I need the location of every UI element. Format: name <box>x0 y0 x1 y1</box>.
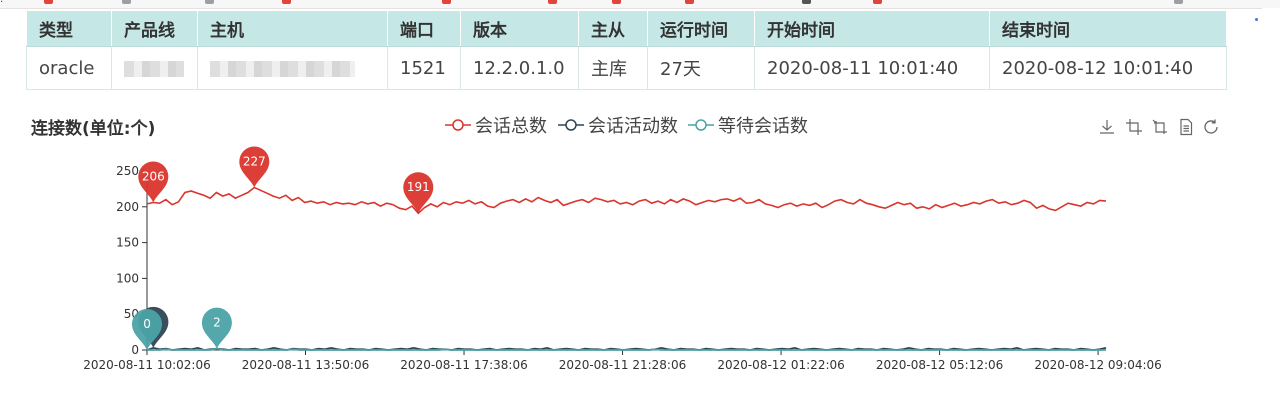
pin-label: 227 <box>243 155 266 169</box>
zoom-reset-icon[interactable] <box>1151 118 1169 136</box>
bookmark-item[interactable] <box>205 0 217 6</box>
cell-uptime: 27天 <box>647 46 755 90</box>
bookmark-item[interactable] <box>442 0 454 6</box>
table-header-row: 类型 产品线 主机 端口 版本 主从 运行时间 开始时间 结束时间 <box>26 10 1227 47</box>
cell-type: oracle <box>26 46 112 90</box>
mark-point-pin: 191 <box>403 172 434 214</box>
legend-line-icon <box>558 119 584 131</box>
pin-label: 206 <box>142 170 165 184</box>
mark-point-pin: 2 <box>201 307 232 349</box>
col-header-product-line: 产品线 <box>111 10 198 47</box>
col-header-uptime: 运行时间 <box>647 10 755 47</box>
col-header-end-time: 结束时间 <box>989 10 1227 47</box>
legend-label: 等待会话数 <box>718 116 808 137</box>
cell-start-time: 2020-08-11 10:01:40 <box>754 46 990 90</box>
restore-icon[interactable] <box>1202 118 1220 136</box>
x-tick-label: 2020-08-11 13:50:06 <box>242 358 369 372</box>
cell-port: 1521 <box>387 46 461 90</box>
bookmark-item[interactable] <box>122 0 134 6</box>
legend-label: 会话活动数 <box>588 116 678 137</box>
y-tick-label: 200 <box>116 200 139 214</box>
x-tick-label: 2020-08-11 10:02:06 <box>83 358 210 372</box>
legend-line-icon <box>688 119 714 131</box>
connections-line-chart: 0501001502002502020-08-11 10:02:06 2020-0… <box>83 146 1162 372</box>
mark-point-pin: 227 <box>239 146 270 188</box>
cell-host <box>197 46 388 90</box>
bookmarks-bar: . <box>0 0 1280 9</box>
x-tick-label: 2020-08-11 17:38:06 <box>400 358 527 372</box>
x-tick-label: 2020-08-12 01:22:06 <box>717 358 844 372</box>
col-header-host: 主机 <box>197 10 388 47</box>
bookmark-item[interactable] <box>44 0 56 6</box>
cell-product-line <box>111 46 198 90</box>
bookmark-item[interactable]: . <box>0 0 3 6</box>
bookmark-item[interactable] <box>685 0 697 6</box>
y-tick-label: 150 <box>116 236 139 250</box>
chart-toolbox <box>1098 118 1222 136</box>
bookmark-item[interactable] <box>802 0 814 6</box>
x-tick-label: 2020-08-11 21:28:06 <box>559 358 686 372</box>
mark-point-pin: 206 <box>138 161 169 203</box>
col-header-version: 版本 <box>460 10 579 47</box>
blurred-value <box>210 60 355 77</box>
data-view-icon[interactable] <box>1177 118 1195 136</box>
series-line-total <box>146 186 1107 215</box>
blurred-value <box>124 60 184 77</box>
download-icon[interactable] <box>1098 118 1116 136</box>
y-tick-label: 0 <box>131 343 139 357</box>
bookmark-item[interactable] <box>873 0 885 6</box>
cell-role: 主库 <box>578 46 648 90</box>
y-tick-label: 250 <box>116 164 139 178</box>
pin-label: 0 <box>143 317 151 331</box>
bookmark-item[interactable] <box>282 0 294 6</box>
info-table: 类型 产品线 主机 端口 版本 主从 运行时间 开始时间 结束时间 oracle… <box>26 10 1227 90</box>
table-row: oracle 1521 12.2.0.1.0 主库 27天 2020-08-11… <box>26 46 1227 90</box>
cell-end-time: 2020-08-12 10:01:40 <box>989 46 1227 90</box>
zoom-icon[interactable] <box>1125 118 1143 136</box>
chart-title: 连接数(单位:个) <box>31 119 156 139</box>
pin-label: 2 <box>213 316 221 330</box>
bookmark-item[interactable] <box>548 0 560 6</box>
col-header-port: 端口 <box>387 10 461 47</box>
x-tick-label: 2020-08-12 09:04:06 <box>1034 358 1161 372</box>
cell-version: 12.2.0.1.0 <box>460 46 579 90</box>
legend-label: 会话总数 <box>475 116 547 137</box>
legend-line-icon <box>445 119 471 131</box>
col-header-role: 主从 <box>578 10 648 47</box>
pin-label: 191 <box>407 180 430 194</box>
col-header-start-time: 开始时间 <box>754 10 990 47</box>
bookmark-item[interactable] <box>612 0 624 6</box>
y-tick-label: 100 <box>116 271 139 285</box>
bookmark-item[interactable] <box>1174 0 1186 6</box>
col-header-type: 类型 <box>26 10 112 47</box>
scroll-indicator-icon <box>1255 18 1258 21</box>
x-tick-label: 2020-08-12 05:12:06 <box>876 358 1003 372</box>
